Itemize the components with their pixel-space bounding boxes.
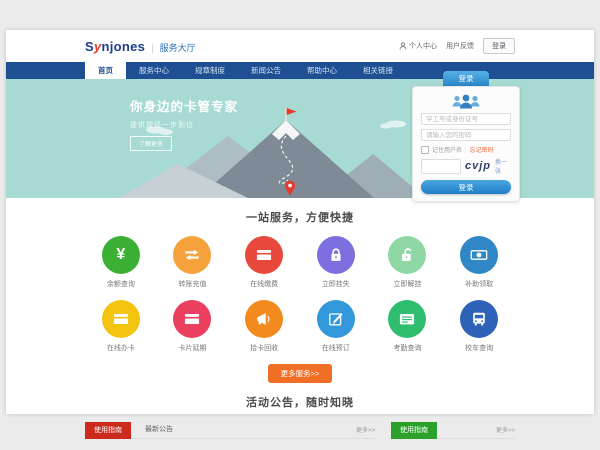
service-online-card-apply[interactable]: 在线办卡 — [85, 300, 157, 353]
service-card-extension[interactable]: 卡片延期 — [157, 300, 229, 353]
services-section: 一站服务，方便快捷 ¥ 余额查询 转账充值 在线缴费 — [6, 198, 594, 383]
flag-pole — [285, 108, 286, 120]
hero-title: 你身边的卡管专家 — [130, 96, 238, 115]
remember-divider: | — [465, 147, 467, 153]
right-more-link[interactable]: 更多>> — [496, 425, 515, 438]
service-lost-card-recovery[interactable]: 拾卡回收 — [228, 300, 300, 353]
logo-text: Synjones — [85, 39, 145, 54]
site-subtitle: 服务大厅 — [160, 41, 196, 54]
nav-item-help-center[interactable]: 帮助中心 — [294, 62, 350, 79]
service-attendance-inquiry[interactable]: 考勤查询 — [372, 300, 444, 353]
hero-banner: 你身边的卡管专家 提供捷径一步到位 了解更多 登录 — [6, 79, 594, 198]
header-login-button[interactable]: 登录 — [483, 38, 515, 54]
forgot-password-link[interactable]: 忘记密码 — [470, 145, 494, 154]
service-subsidy-collection[interactable]: 补助领取 — [443, 236, 515, 289]
remember-label: 记住用户名 — [432, 145, 462, 154]
banknote-icon — [460, 236, 498, 274]
yuan-icon: ¥ — [102, 236, 140, 274]
logo-y-accent: y — [94, 39, 102, 54]
unlock-icon — [388, 236, 426, 274]
announcements-section: 活动公告，随时知晓 使用指南 最新公告 更多>> 使用指南 更多>> — [6, 383, 594, 439]
username-input[interactable] — [421, 113, 511, 125]
announcements-title: 活动公告，随时知晓 — [6, 394, 594, 410]
site-header: Synjones | 服务大厅 个人中心 用户反馈 登录 — [6, 30, 594, 62]
service-online-payment[interactable]: 在线缴费 — [228, 236, 300, 289]
feedback-label: 用户反馈 — [446, 41, 474, 51]
people-icon — [449, 93, 483, 110]
hero-subtitle: 提供捷径一步到位 — [130, 120, 238, 130]
login-card: 记住用户名 | 忘记密码 cvjp 换一张 登录 — [412, 86, 520, 202]
megaphone-icon — [245, 300, 283, 338]
announcements-left-column: 使用指南 最新公告 更多>> — [85, 421, 375, 439]
service-transfer-recharge[interactable]: 转账充值 — [157, 236, 229, 289]
services-grid: ¥ 余额查询 转账充值 在线缴费 — [85, 236, 515, 353]
nav-item-service-center[interactable]: 服务中心 — [126, 62, 182, 79]
logo-divider: | — [151, 43, 153, 53]
bank-card-icon — [245, 236, 283, 274]
left-more-link[interactable]: 更多>> — [356, 425, 375, 438]
feedback-link[interactable]: 用户反馈 — [446, 41, 474, 51]
header-utility-bar: 个人中心 用户反馈 登录 — [399, 38, 515, 54]
nav-item-related-links[interactable]: 相关链接 — [350, 62, 406, 79]
flag-icon — [287, 108, 297, 115]
person-icon — [399, 42, 407, 50]
remember-checkbox[interactable] — [421, 146, 429, 154]
nav-item-news[interactable]: 新闻公告 — [238, 62, 294, 79]
bank-card-icon — [173, 300, 211, 338]
captcha-input[interactable] — [421, 159, 461, 174]
nav-item-rules[interactable]: 规章制度 — [182, 62, 238, 79]
portal-page: Synjones | 服务大厅 个人中心 用户反馈 登录 首页 服务中心 — [6, 30, 594, 414]
captcha-image[interactable]: cvjp — [465, 161, 491, 172]
synjones-logo[interactable]: Synjones | 服务大厅 — [85, 39, 196, 54]
announcements-right-column: 使用指南 更多>> — [391, 421, 515, 439]
attendance-icon — [388, 300, 426, 338]
bus-icon — [460, 300, 498, 338]
bank-card-icon — [102, 300, 140, 338]
password-input[interactable] — [421, 129, 511, 141]
service-report-loss[interactable]: 立即挂失 — [300, 236, 372, 289]
login-panel: 登录 记住用户名 | 忘记密码 — [412, 71, 520, 202]
compose-icon — [317, 300, 355, 338]
personal-center-link[interactable]: 个人中心 — [399, 41, 437, 51]
transfer-icon — [173, 236, 211, 274]
usage-guide-tab-green[interactable]: 使用指南 — [391, 422, 437, 439]
service-unfreeze-card[interactable]: 立即解挂 — [372, 236, 444, 289]
login-tab[interactable]: 登录 — [443, 71, 489, 86]
lock-icon — [317, 236, 355, 274]
personal-center-label: 个人中心 — [409, 41, 437, 51]
usage-guide-tab[interactable]: 使用指南 — [85, 422, 131, 439]
more-services-button[interactable]: 更多服务>> — [268, 364, 333, 383]
hero-copy: 你身边的卡管专家 提供捷径一步到位 了解更多 — [130, 96, 238, 151]
nav-item-home[interactable]: 首页 — [85, 62, 126, 79]
services-title: 一站服务，方便快捷 — [6, 209, 594, 225]
login-submit-button[interactable]: 登录 — [421, 180, 511, 194]
latest-announcements-tab[interactable]: 最新公告 — [145, 424, 173, 438]
captcha-refresh-link[interactable]: 换一张 — [495, 157, 511, 175]
screenshot-canvas: Synjones | 服务大厅 个人中心 用户反馈 登录 首页 服务中心 — [0, 0, 600, 450]
remember-row: 记住用户名 | 忘记密码 — [421, 145, 511, 154]
service-school-bus-inquiry[interactable]: 校车查询 — [443, 300, 515, 353]
service-balance-inquiry[interactable]: ¥ 余额查询 — [85, 236, 157, 289]
hero-cta-button[interactable]: 了解更多 — [130, 136, 172, 151]
captcha-row: cvjp 换一张 — [421, 157, 511, 175]
service-online-booking[interactable]: 在线预订 — [300, 300, 372, 353]
